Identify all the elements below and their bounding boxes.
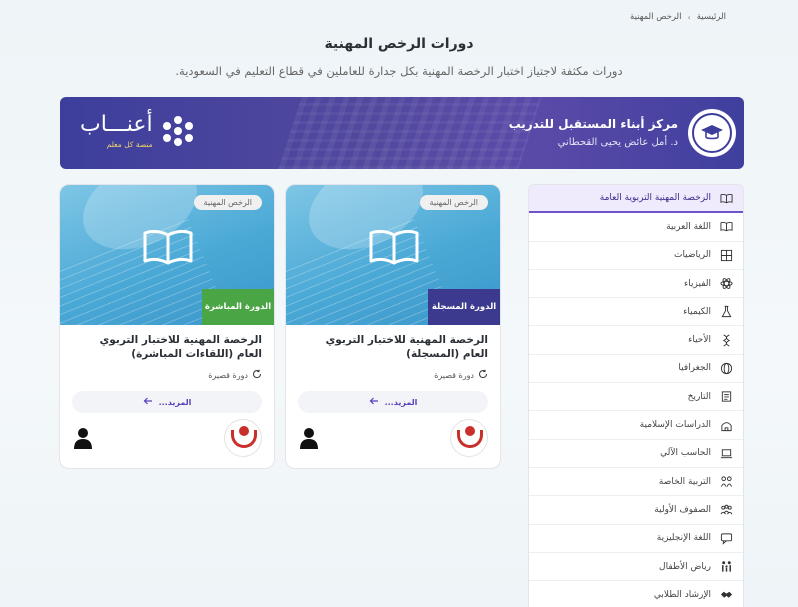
training-center-logo[interactable]	[224, 419, 262, 457]
book-icon	[719, 220, 733, 234]
brand-dots-icon	[162, 116, 193, 146]
sidebar-item-label: الكيمياء	[683, 306, 711, 317]
sidebar-item-label: الحاسب الآلي	[660, 448, 711, 459]
scroll-icon	[719, 390, 733, 404]
calculator-icon	[719, 248, 733, 262]
training-center-banner[interactable]: مركز أبناء المستقبل للتدريب د. أمل عائض …	[60, 97, 744, 169]
category-tag: الرخص المهنية	[419, 195, 488, 210]
sidebar-item-label: الأحياء	[688, 335, 711, 346]
sidebar-item-student-counseling[interactable]: الإرشاد الطلابي	[529, 581, 743, 607]
sidebar-item-label: الصفوف الأولية	[654, 504, 711, 515]
sidebar-item-label: اللغة الإنجليزية	[656, 533, 711, 544]
sidebar-item-primary-grades[interactable]: الصفوف الأولية	[529, 496, 743, 525]
sidebar-item-label: الجغرافيا	[678, 363, 711, 374]
sidebar-item-special-education[interactable]: التربية الخاصة	[529, 468, 743, 497]
course-title[interactable]: الرخصة المهنية للاختبار التربوي العام (ا…	[298, 333, 488, 361]
course-type-ribbon: الدورة المباشرة	[202, 289, 274, 325]
refresh-icon	[252, 369, 262, 381]
refresh-icon	[478, 369, 488, 381]
arrow-left-icon	[143, 397, 153, 407]
sidebar-item-label: اللغة العربية	[666, 221, 711, 232]
sidebar-item-arabic[interactable]: اللغة العربية	[529, 213, 743, 242]
sidebar-item-physics[interactable]: الفيزياء	[529, 270, 743, 299]
course-type-ribbon: الدورة المسجلة	[428, 289, 500, 325]
course-duration-label: دورة قصيرة	[434, 370, 474, 380]
user-icon[interactable]	[72, 426, 94, 450]
card-footer	[72, 418, 262, 458]
open-book-icon	[369, 229, 419, 265]
flask-icon	[719, 305, 733, 319]
category-tag: الرخص المهنية	[193, 195, 262, 210]
sidebar-item-label: الدراسات الإسلامية	[639, 420, 711, 431]
kids-icon	[719, 503, 733, 517]
handshake-icon	[719, 588, 733, 602]
more-button-label: المزيد...	[384, 397, 418, 407]
sidebar-item-label: الفيزياء	[684, 278, 711, 289]
sidebar-item-general-educational-license[interactable]: الرخصة المهنية التربوية العامة	[529, 185, 743, 214]
chat-icon	[719, 531, 733, 545]
center-person: د. أمل عائض يحيى القحطاني	[557, 137, 678, 148]
course-thumbnail: الرخص المهنية الدورة المسجلة	[286, 185, 500, 325]
breadcrumb-separator: ›	[687, 12, 691, 22]
anab-brand-logo: أعنـــاب منصة كل معلم	[80, 113, 193, 149]
more-button-label: المزيد...	[158, 397, 192, 407]
course-duration: دورة قصيرة	[298, 369, 488, 381]
sidebar-item-computer[interactable]: الحاسب الآلي	[529, 440, 743, 468]
more-button[interactable]: المزيد...	[72, 391, 262, 413]
course-duration-label: دورة قصيرة	[208, 370, 248, 380]
course-duration: دورة قصيرة	[72, 369, 262, 381]
graduation-cap-icon	[692, 113, 732, 153]
sidebar-item-label: رياض الأطفال	[659, 561, 711, 572]
course-card-recorded[interactable]: الرخص المهنية الدورة المسجلة الرخصة المه…	[285, 184, 501, 469]
sidebar-item-label: التاريخ	[687, 391, 711, 402]
globe-icon	[719, 361, 733, 375]
family-icon	[719, 560, 733, 574]
training-center-logo[interactable]	[450, 419, 488, 457]
page-title: دورات الرخص المهنية	[324, 36, 474, 52]
center-logo	[688, 109, 736, 157]
arrow-left-icon	[369, 397, 379, 407]
breadcrumb-home-link[interactable]: الرئيسية	[697, 12, 726, 22]
category-sidebar: الرخصة المهنية التربوية العامة اللغة الع…	[528, 184, 744, 607]
banner-building-background	[278, 97, 542, 169]
center-name: مركز أبناء المستقبل للتدريب	[508, 117, 678, 131]
puzzle-icon	[719, 475, 733, 489]
brand-name: أعنـــاب	[80, 112, 153, 137]
dna-icon	[719, 333, 733, 347]
course-card-live[interactable]: الرخص المهنية الدورة المباشرة الرخصة الم…	[59, 184, 275, 469]
breadcrumb: الرئيسية › الرخص المهنية	[630, 12, 726, 22]
sidebar-item-chemistry[interactable]: الكيمياء	[529, 298, 743, 327]
sidebar-item-label: التربية الخاصة	[658, 476, 711, 487]
sidebar-item-history[interactable]: التاريخ	[529, 383, 743, 412]
user-icon[interactable]	[298, 426, 320, 450]
course-title[interactable]: الرخصة المهنية للاختبار التربوي العام (ا…	[72, 333, 262, 361]
sidebar-item-label: الرياضيات	[673, 250, 711, 261]
sidebar-item-english[interactable]: اللغة الإنجليزية	[529, 525, 743, 553]
mosque-icon	[719, 418, 733, 432]
sidebar-item-islamic-studies[interactable]: الدراسات الإسلامية	[529, 411, 743, 440]
card-footer	[298, 418, 488, 458]
book-icon	[719, 191, 733, 205]
open-book-icon	[143, 229, 193, 265]
sidebar-item-label: الإرشاد الطلابي	[653, 589, 711, 600]
sidebar-item-kindergarten[interactable]: رياض الأطفال	[529, 553, 743, 582]
sidebar-item-math[interactable]: الرياضيات	[529, 242, 743, 270]
sidebar-item-label: الرخصة المهنية التربوية العامة	[599, 193, 711, 204]
more-button[interactable]: المزيد...	[298, 391, 488, 413]
sidebar-item-geography[interactable]: الجغرافيا	[529, 355, 743, 384]
atom-icon	[719, 277, 733, 291]
sidebar-item-biology[interactable]: الأحياء	[529, 326, 743, 355]
course-thumbnail: الرخص المهنية الدورة المباشرة	[60, 185, 274, 325]
breadcrumb-current: الرخص المهنية	[630, 12, 682, 22]
laptop-icon	[719, 446, 733, 460]
page-subtitle: دورات مكثفة لاجتياز اختبار الرخصة المهني…	[175, 64, 623, 78]
brand-tagline: منصة كل معلم	[106, 140, 153, 149]
